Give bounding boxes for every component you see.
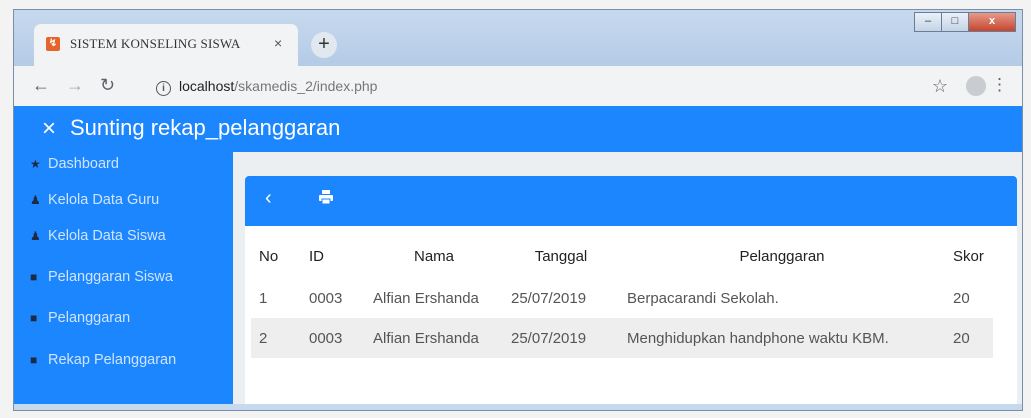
sidebar-item-pelanggaran-siswa[interactable]: ■ Pelanggaran Siswa — [30, 269, 173, 285]
book-icon: ■ — [30, 353, 38, 367]
user-icon: ♟ — [30, 193, 41, 207]
profile-avatar[interactable] — [966, 76, 986, 96]
address-bar: ← → ↻ i localhost/skamedis_2/index.php ☆ … — [14, 66, 1022, 107]
cell-skor: 20 — [953, 289, 970, 307]
header-nama: Nama — [413, 247, 454, 265]
sidebar-item-label: Kelola Data Siswa — [48, 228, 166, 244]
window-bottom-edge — [14, 404, 1022, 410]
print-icon[interactable] — [319, 190, 333, 204]
sidebar-item-label: Rekap Pelanggaran — [48, 352, 177, 368]
url-host: localhost — [179, 78, 235, 94]
tab-title: SISTEM KONSELING SISWA — [70, 36, 241, 51]
forward-arrow-icon[interactable]: → — [66, 75, 84, 96]
url-field[interactable]: i localhost/skamedis_2/index.php — [156, 78, 377, 96]
table-row[interactable]: 2 0003 Alfian Ershanda 25/07/2019 Menghi… — [251, 318, 993, 358]
card-toolbar: ‹ — [245, 176, 1017, 226]
header-no: No — [259, 247, 279, 265]
sidebar-item-kelola-data-siswa[interactable]: ♟ Kelola Data Siswa — [30, 228, 166, 244]
sidebar-item-dashboard[interactable]: ★ Dashboard — [30, 156, 119, 172]
main-content: ‹ No ID Nama Tanggal Pelanggaran Skor 1 … — [233, 152, 1022, 410]
cell-pelanggaran: Berpacarandi Sekolah. — [627, 289, 779, 307]
browser-window: ↯ SISTEM KONSELING SISWA × + – □ x ← → ↻… — [13, 9, 1023, 411]
sidebar-item-label: Pelanggaran — [48, 310, 131, 326]
sidebar-item-label: Pelanggaran Siswa — [48, 269, 173, 285]
minimize-button[interactable]: – — [914, 12, 942, 32]
cell-skor: 20 — [945, 318, 993, 358]
page-title: Sunting rekap_pelanggaran — [70, 115, 341, 140]
cell-id: 0003 — [301, 318, 365, 358]
sidebar-item-kelola-data-guru[interactable]: ♟ Kelola Data Guru — [30, 192, 159, 208]
sidebar-item-rekap-pelanggaran[interactable]: ■ Rekap Pelanggaran — [30, 352, 176, 368]
maximize-button[interactable]: □ — [941, 12, 969, 32]
cell-tanggal: 25/07/2019 — [511, 289, 587, 307]
data-card: ‹ No ID Nama Tanggal Pelanggaran Skor 1 … — [245, 176, 1017, 410]
header-pelanggaran: Pelanggaran — [739, 247, 825, 265]
sidebar-item-pelanggaran[interactable]: ■ Pelanggaran — [30, 310, 130, 326]
table-row[interactable]: 1 0003 Alfian Ershanda 25/07/2019 Berpac… — [251, 278, 993, 318]
more-menu-icon[interactable]: ⋮ — [991, 75, 1008, 95]
sidebar-item-label: Kelola Data Guru — [48, 192, 160, 208]
cell-no: 2 — [251, 318, 301, 358]
info-icon[interactable]: i — [156, 81, 171, 96]
reload-icon[interactable]: ↻ — [100, 75, 115, 96]
book-icon: ■ — [30, 311, 38, 325]
close-window-button[interactable]: x — [968, 12, 1016, 32]
table-header-row: No ID Nama Tanggal Pelanggaran Skor — [251, 234, 993, 278]
cell-id: 0003 — [309, 289, 343, 307]
header-id: ID — [309, 247, 324, 265]
header-skor: Skor — [953, 247, 984, 265]
bookmark-star-icon[interactable]: ☆ — [932, 76, 948, 97]
user-icon: ♟ — [30, 229, 41, 243]
title-bar: ↯ SISTEM KONSELING SISWA × + – □ x — [14, 10, 1022, 66]
back-arrow-icon[interactable]: ← — [32, 75, 50, 96]
new-tab-button[interactable]: + — [311, 32, 337, 58]
sidebar: ★ Dashboard ♟ Kelola Data Guru ♟ Kelola Dat… — [14, 152, 233, 410]
close-sidebar-icon[interactable]: × — [42, 115, 56, 143]
cell-no: 1 — [259, 289, 268, 307]
header-tanggal: Tanggal — [534, 247, 588, 265]
favicon-icon: ↯ — [46, 37, 60, 51]
book-icon: ■ — [30, 270, 38, 284]
cell-tanggal: 25/07/2019 — [503, 318, 619, 358]
back-button[interactable]: ‹ — [265, 187, 272, 210]
cell-nama: Alfian Ershanda — [365, 318, 503, 358]
tab-close-icon[interactable]: × — [274, 35, 282, 51]
sidebar-item-label: Dashboard — [48, 156, 119, 172]
url-path: /skamedis_2/index.php — [234, 78, 378, 94]
window-controls: – □ x — [914, 12, 1016, 32]
home-icon: ★ — [30, 157, 41, 171]
cell-nama: Alfian Ershanda — [373, 289, 479, 307]
rekap-table: No ID Nama Tanggal Pelanggaran Skor 1 00… — [251, 234, 993, 358]
cell-pelanggaran: Menghidupkan handphone waktu KBM. — [619, 318, 945, 358]
browser-tab[interactable]: ↯ SISTEM KONSELING SISWA × — [34, 24, 298, 66]
app-header: × Sunting rekap_pelanggaran — [14, 106, 1022, 152]
